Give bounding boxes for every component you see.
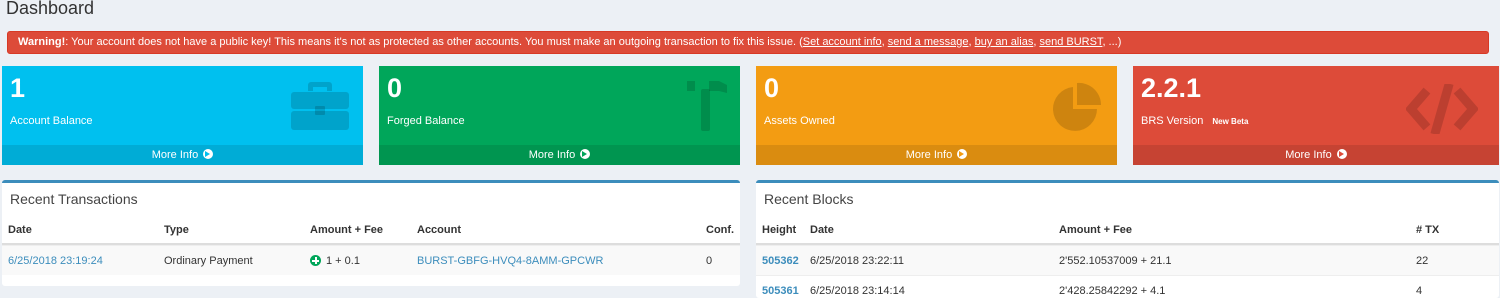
forged-balance-box: 0 Forged Balance More Info: [379, 66, 740, 165]
new-beta-badge: New Beta: [1212, 117, 1249, 126]
column-header-amount-fee[interactable]: Amount + Fee: [310, 219, 383, 241]
column-header-date[interactable]: Date: [810, 219, 834, 241]
code-icon: [1406, 84, 1478, 134]
block-amount: 2'552.10537009 + 21.1: [1059, 255, 1172, 267]
brs-version-value: 2.2.1: [1141, 73, 1202, 103]
column-header-tx-count[interactable]: # TX: [1416, 219, 1439, 241]
recent-blocks-panel: Recent Blocks Height Date Amount + Fee #…: [756, 180, 1499, 298]
block-height-link[interactable]: 505361: [762, 285, 799, 297]
set-account-info-link[interactable]: Set account info: [803, 36, 882, 48]
alert-warning-label: Warning!: [18, 36, 66, 48]
column-header-account[interactable]: Account: [417, 219, 461, 241]
page-title: Dashboard: [6, 0, 95, 18]
forged-balance-more-info[interactable]: More Info: [379, 145, 740, 165]
buy-alias-link[interactable]: buy an alias: [975, 36, 1034, 48]
transaction-account-link[interactable]: BURST-GBFG-HVQ4-8AMM-GPCWR: [417, 255, 603, 267]
account-balance-label: Account Balance: [10, 115, 93, 127]
brs-version-label: BRS Version New Beta: [1141, 115, 1249, 127]
table-header-row: Date Type Amount + Fee Account Conf.: [2, 219, 740, 245]
column-header-height[interactable]: Height: [762, 219, 796, 241]
alert-message: : Your account does not have a public ke…: [65, 36, 803, 48]
recent-transactions-panel: Recent Transactions Date Type Amount + F…: [2, 180, 740, 286]
account-balance-value: 1: [10, 73, 26, 103]
assets-owned-more-info[interactable]: More Info: [756, 145, 1117, 165]
forged-balance-label: Forged Balance: [387, 115, 465, 127]
block-height-link[interactable]: 505362: [762, 255, 799, 267]
transaction-amount: 1 + 0.1: [310, 246, 360, 276]
assets-owned-box: 0 Assets Owned More Info: [756, 66, 1117, 165]
block-tx-count: 4: [1416, 285, 1423, 297]
block-date: 6/25/2018 23:14:14: [810, 285, 905, 297]
table-row: 6/25/2018 23:19:24 Ordinary Payment 1 + …: [2, 245, 740, 275]
send-burst-link[interactable]: send BURST: [1039, 36, 1102, 48]
arrow-circle-right-icon: [580, 149, 591, 159]
arrow-circle-right-icon: [1336, 149, 1347, 159]
assets-owned-label: Assets Owned: [764, 115, 835, 127]
transaction-confirmations: 0: [706, 255, 713, 267]
briefcase-icon: [291, 82, 349, 130]
hammer-icon: [687, 81, 727, 131]
forged-balance-value: 0: [387, 73, 403, 103]
account-balance-box: 1 Account Balance More Info: [2, 66, 363, 165]
column-header-conf[interactable]: Conf.: [706, 219, 734, 241]
table-row: 505361 6/25/2018 23:14:14 2'428.25842292…: [756, 275, 1499, 298]
table-row: 505362 6/25/2018 23:22:11 2'552.10537009…: [756, 245, 1499, 275]
recent-blocks-title: Recent Blocks: [764, 191, 854, 207]
transaction-type: Ordinary Payment: [164, 255, 253, 267]
plus-circle-icon: [310, 255, 321, 266]
recent-transactions-title: Recent Transactions: [10, 191, 138, 207]
column-header-type[interactable]: Type: [164, 219, 189, 241]
column-header-amount-fee[interactable]: Amount + Fee: [1059, 219, 1132, 241]
table-header-row: Height Date Amount + Fee # TX: [756, 219, 1499, 245]
block-amount: 2'428.25842292 + 4.1: [1059, 285, 1166, 297]
pie-chart-icon: [1053, 82, 1102, 131]
assets-owned-value: 0: [764, 73, 780, 103]
arrow-circle-right-icon: [203, 149, 214, 159]
column-header-date[interactable]: Date: [8, 219, 32, 241]
transaction-date-link[interactable]: 6/25/2018 23:19:24: [8, 255, 103, 267]
brs-version-box: 2.2.1 BRS Version New Beta More Info: [1133, 66, 1499, 165]
send-message-link[interactable]: send a message: [888, 36, 969, 48]
block-tx-count: 22: [1416, 255, 1429, 267]
account-balance-more-info[interactable]: More Info: [2, 145, 363, 165]
block-date: 6/25/2018 23:22:11: [810, 255, 904, 267]
public-key-warning-alert: Warning!: Your account does not have a p…: [7, 31, 1489, 54]
brs-version-more-info[interactable]: More Info: [1133, 145, 1499, 165]
arrow-circle-right-icon: [957, 149, 968, 159]
